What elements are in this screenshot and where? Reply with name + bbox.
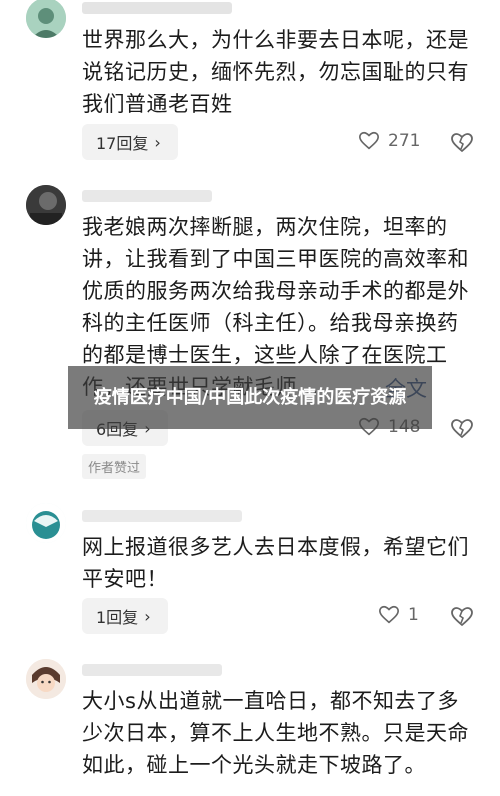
avatar[interactable] xyxy=(26,0,66,38)
reply-label: 1回复 xyxy=(96,608,139,627)
reply-button[interactable]: 17回复 › xyxy=(82,124,178,160)
broken-heart-icon xyxy=(451,607,473,627)
username[interactable] xyxy=(82,664,222,676)
chevron-right-icon: › xyxy=(144,606,151,626)
overlay-title: 疫情医疗中国/中国此次疫情的医疗资源 xyxy=(93,386,407,408)
username[interactable] xyxy=(82,190,212,202)
like-count: 1 xyxy=(408,605,419,625)
comment-text: 世界那么大，为什么非要去日本呢，还是说铭记历史，缅怀先烈，勿忘国耻的只有我们普通… xyxy=(82,28,469,116)
avatar[interactable] xyxy=(26,185,66,225)
reply-label: 17回复 xyxy=(96,134,149,153)
author-liked-badge: 作者赞过 xyxy=(82,454,147,479)
dislike-button[interactable] xyxy=(450,131,474,155)
title-overlay-banner: 疫情医疗中国/中国此次疫情的医疗资源 xyxy=(68,366,432,429)
comment-text: 网上报道很多艺人去日本度假，希望它们平安吧！ xyxy=(82,535,469,591)
broken-heart-icon xyxy=(451,133,473,153)
username[interactable] xyxy=(82,510,242,522)
dislike-button[interactable] xyxy=(450,417,474,441)
avatar[interactable] xyxy=(26,659,66,699)
chevron-right-icon: › xyxy=(154,132,161,152)
avatar[interactable] xyxy=(26,503,66,543)
reply-button[interactable]: 1回复 › xyxy=(82,598,168,634)
comment-text: 大小s从出道就一直哈日，都不知去了多少次日本，算不上人生地不熟。只是天命如此，碰… xyxy=(82,689,469,777)
like-button[interactable]: 271 xyxy=(358,130,420,152)
like-count: 271 xyxy=(388,131,421,151)
broken-heart-icon xyxy=(451,419,473,439)
username[interactable] xyxy=(82,2,232,14)
heart-outline-icon xyxy=(379,605,399,624)
dislike-button[interactable] xyxy=(450,605,474,629)
like-button[interactable]: 1 xyxy=(378,604,419,626)
heart-outline-icon xyxy=(359,131,379,150)
